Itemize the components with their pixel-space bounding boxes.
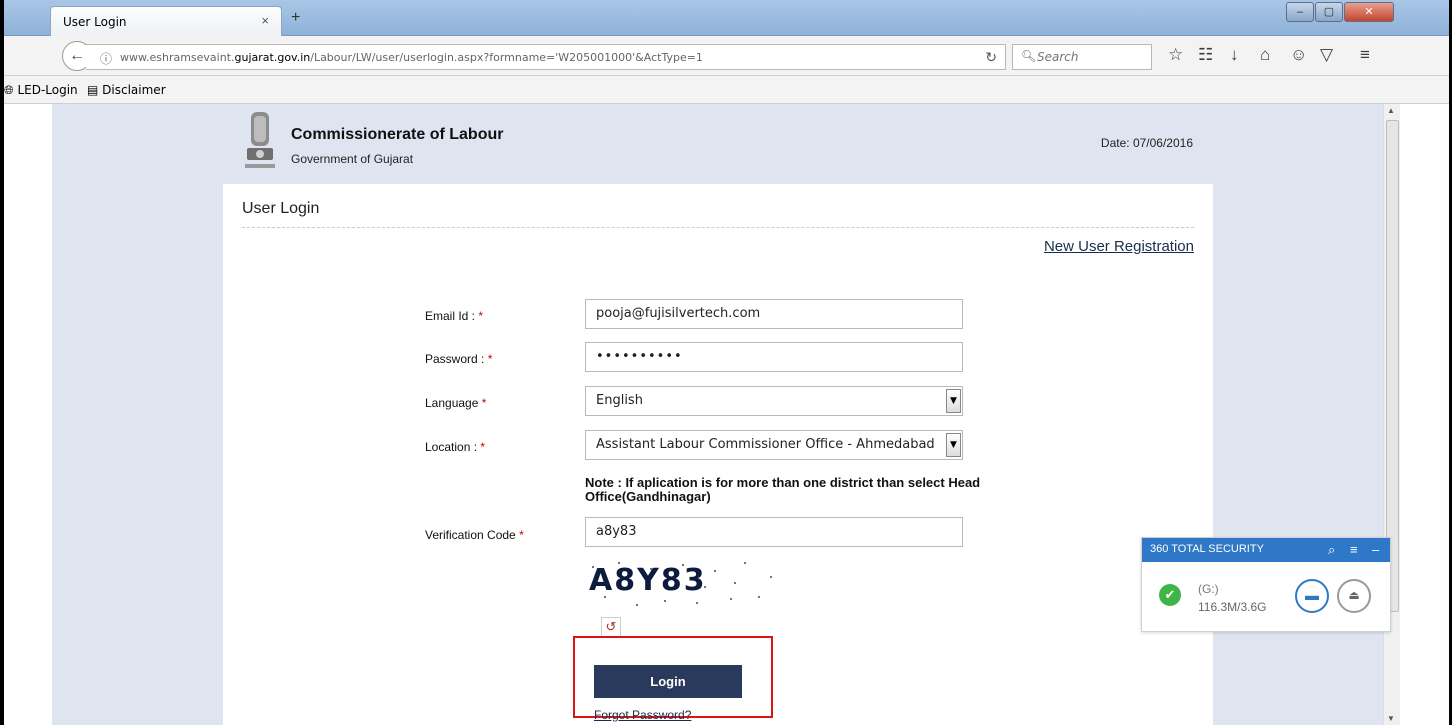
pocket-icon[interactable]: ▽ [1320,45,1333,65]
new-tab-button[interactable]: + [291,9,300,27]
bookmark-star-icon[interactable]: ☆ [1168,45,1183,65]
minimize-icon[interactable]: – [1372,542,1379,557]
navigation-bar: ← ⓘ www.eshramsevaint.gujarat.gov.in/Lab… [4,36,1449,76]
search-icon[interactable]: ⌕ [1328,542,1335,558]
left-edge [0,0,4,725]
language-label: Language * [425,396,487,410]
eject-icon[interactable]: ⏏ [1337,579,1371,613]
search-icon: 🔍︎ [1021,49,1037,63]
reading-list-icon[interactable]: ☷ [1198,45,1213,65]
chevron-down-icon[interactable]: ▼ [946,389,961,413]
district-note: Note : If aplication is for more than on… [585,475,981,504]
chevron-down-icon[interactable]: ▼ [946,433,961,457]
minimize-button[interactable]: – [1286,2,1314,22]
url-bar[interactable]: ⓘ www.eshramsevaint.gujarat.gov.in/Labou… [86,44,1006,70]
refresh-captcha-icon[interactable]: ↺ [601,617,621,637]
browser-window: User Login × + – ▢ ✕ ← ⓘ www.eshramsevai… [0,0,1452,725]
search-input[interactable] [1037,50,1147,64]
chat-icon[interactable]: ☺ [1290,45,1307,65]
bookmark-disclaimer[interactable]: ▤ Disclaimer [87,83,166,97]
date-label: Date: 07/06/2016 [1100,136,1193,150]
security-widget-title: 360 TOTAL SECURITY [1150,543,1264,555]
password-field[interactable]: •••••••••• [585,342,963,372]
globe-icon: 🌐︎ [4,83,14,97]
page-title: User Login [242,200,320,217]
download-icon[interactable]: ↓ [1230,45,1239,65]
drive-size: 116.3M/3.6G [1198,600,1267,614]
location-label: Location : * [425,440,486,454]
language-select[interactable]: English ▼ [585,386,963,416]
tab-title: User Login [63,15,127,29]
home-icon[interactable]: ⌂ [1260,45,1270,65]
forgot-password-link[interactable]: Forgot Password? [594,708,691,722]
drive-label: (G:) [1198,582,1219,596]
verification-code-field[interactable]: a8y83 [585,517,963,547]
close-window-button[interactable]: ✕ [1344,2,1394,22]
location-select[interactable]: Assistant Labour Commissioner Office - A… [585,430,963,460]
folder-icon[interactable]: ▬ [1295,579,1329,613]
menu-icon[interactable]: ≡ [1360,45,1370,65]
info-icon[interactable]: ⓘ [100,50,112,67]
site-header: Commissionerate of Labour Government of … [223,104,1213,184]
scroll-down-icon[interactable]: ▼ [1387,714,1395,723]
login-button[interactable]: Login [594,665,742,698]
url-text[interactable]: www.eshramsevaint.gujarat.gov.in/Labour/… [120,51,703,64]
login-panel: User Login New User Registration Email I… [223,184,1213,725]
email-label: Email Id : * [425,309,484,323]
divider [242,227,1194,228]
bookmark-led-login[interactable]: 🌐︎ LED-Login [4,83,78,98]
reload-icon[interactable]: ↻ [985,49,997,66]
bookmarks-bar: 🌐︎ LED-Login ▤ Disclaimer [4,76,1449,104]
org-subtitle: Government of Gujarat [291,152,414,166]
org-name: Commissionerate of Labour [291,126,504,143]
menu-icon[interactable]: ≡ [1350,542,1358,557]
email-field[interactable]: pooja@fujisilvertech.com [585,299,963,329]
emblem-logo [245,112,275,168]
tab-close-icon[interactable]: × [261,13,269,28]
security-widget-header: 360 TOTAL SECURITY ⌕ ≡ – [1142,538,1390,562]
page-icon: ▤ [87,83,99,97]
password-label: Password : * [425,352,493,366]
new-user-registration-link[interactable]: New User Registration [1044,238,1194,255]
check-icon: ✔ [1159,584,1181,606]
tab-user-login[interactable]: User Login × [50,6,282,36]
maximize-button[interactable]: ▢ [1315,2,1343,22]
captcha-text: A8Y83 [589,563,707,598]
scroll-up-icon[interactable]: ▲ [1387,106,1395,115]
verification-label: Verification Code * [425,528,524,542]
search-box[interactable]: 🔍︎ [1012,44,1152,70]
security-widget: 360 TOTAL SECURITY ⌕ ≡ – ✔ (G:) 116.3M/3… [1141,537,1391,632]
title-bar: User Login × + – ▢ ✕ [4,0,1449,36]
